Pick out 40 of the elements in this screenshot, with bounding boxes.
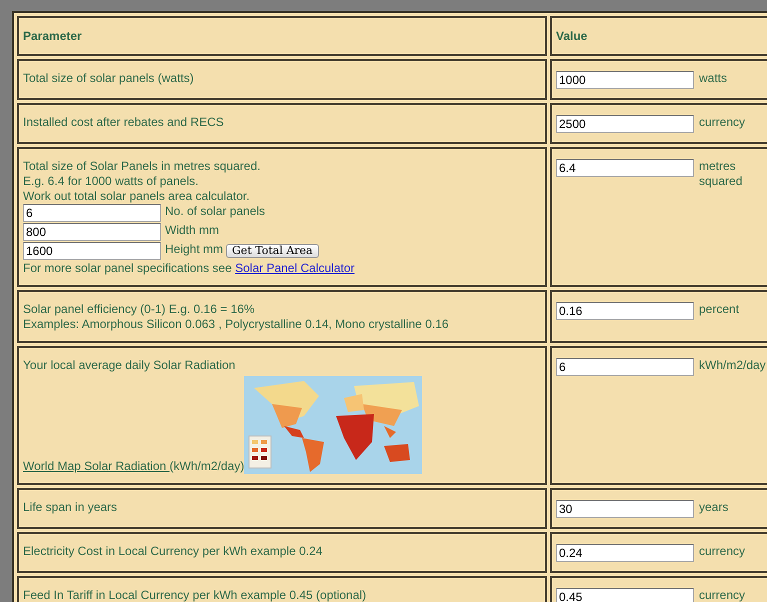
field-label: Width mm	[165, 223, 219, 238]
parameter-label: Work out total solar panels area calculator.	[23, 189, 250, 204]
unit-label: watts	[699, 71, 728, 86]
get-area-button[interactable]: Get Total Area	[226, 244, 319, 258]
map-link[interactable]: World Map Solar Radiation	[23, 459, 170, 473]
unit-label: kWh/m2/day	[699, 358, 766, 373]
parameter-label: Total size of solar panels (watts)	[23, 71, 194, 86]
column-header: Parameter	[17, 16, 547, 56]
value-field[interactable]: 0.45	[556, 588, 694, 602]
value-field[interactable]: 0.24	[556, 544, 694, 562]
field-label: No. of solar panels	[165, 204, 266, 219]
unit-label: years	[699, 500, 730, 515]
input-field[interactable]: 1600	[23, 242, 161, 260]
unit-label: currency	[699, 544, 746, 559]
value-field[interactable]: 0.16	[556, 302, 694, 320]
value-field[interactable]: 2500	[556, 115, 694, 133]
parameter-label: Your local average daily Solar Radiation	[23, 358, 236, 373]
column-header: Value	[550, 16, 767, 56]
input-field[interactable]: 800	[23, 223, 161, 241]
parameter-label: Feed In Tariff in Local Currency per kWh example 0.45 (optional)	[23, 588, 366, 602]
parameter-label: Installed cost after rebates and RECS	[23, 115, 224, 130]
unit-label: currency	[699, 588, 746, 602]
unit-label: percent	[699, 302, 740, 317]
map-caption: World Map Solar Radiation (kWh/m2/day)	[23, 459, 244, 474]
value-field[interactable]: 6	[556, 358, 694, 376]
input-field[interactable]: 6	[23, 204, 161, 222]
unit-label: metres squared	[699, 159, 744, 189]
parameter-label: Life span in years	[23, 500, 118, 515]
parameter-label: Examples: Amorphous Silicon 0.063 , Polycrystalline 0.14, Mono crystalline 0.16	[23, 317, 449, 332]
parameter-label: Solar panel efficiency (0-1) E.g. 0.16 = 16%	[23, 302, 255, 317]
value-field[interactable]: 30	[556, 500, 694, 518]
field-label: Height mm	[165, 242, 224, 257]
value-field[interactable]: 1000	[556, 71, 694, 89]
value-field[interactable]: 6.4	[556, 159, 694, 177]
parameter-label: Total size of Solar Panels in metres squared.	[23, 159, 260, 174]
info-text: For more solar panel specifications see Solar Panel Calculator	[23, 261, 355, 276]
calculator-link[interactable]: Solar Panel Calculator	[235, 261, 355, 275]
parameter-label: E.g. 6.4 for 1000 watts of panels.	[23, 174, 198, 189]
parameter-label: Electricity Cost in Local Currency per kWh example 0.24	[23, 544, 322, 559]
unit-label: currency	[699, 115, 746, 130]
